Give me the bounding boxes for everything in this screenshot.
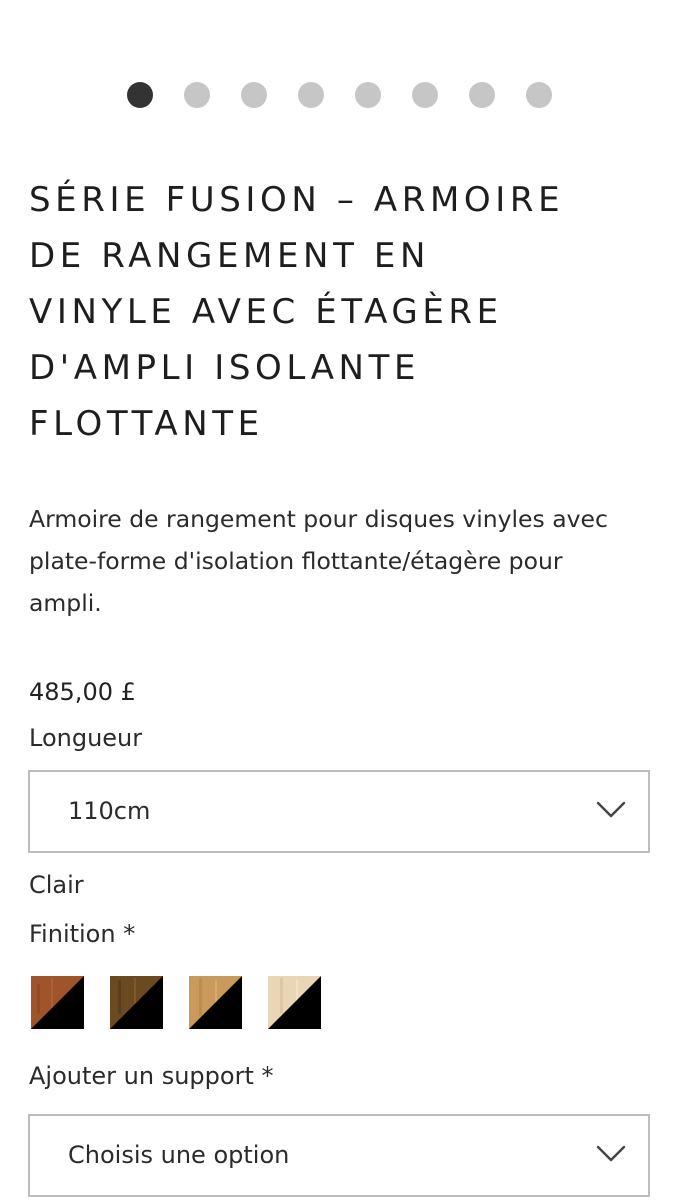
carousel-pagination [127, 82, 552, 108]
chevron-down-icon [596, 1145, 626, 1162]
product-description-line: ampli. [29, 589, 102, 617]
carousel-dot-2[interactable] [184, 82, 210, 108]
product-price: 485,00 £ [29, 678, 136, 706]
support-select[interactable]: Choisis une option [28, 1114, 650, 1197]
product-title-line: VINYLE AVEC ÉTAGÈRE [29, 292, 503, 332]
finish-swatch-walnut[interactable] [31, 976, 84, 1029]
carousel-dot-1[interactable] [127, 82, 153, 108]
product-title-line: DE RANGEMENT EN [29, 236, 430, 276]
finish-swatch-light[interactable] [268, 976, 321, 1029]
length-label: Longueur [29, 724, 143, 752]
finish-label: Finition * [29, 920, 136, 948]
product-title-line: SÉRIE FUSION – ARMOIRE [29, 180, 565, 220]
carousel-dot-5[interactable] [355, 82, 381, 108]
product-description: Armoire de rangement pour disques vinyle… [29, 498, 659, 624]
carousel-dot-6[interactable] [412, 82, 438, 108]
carousel-dot-3[interactable] [241, 82, 267, 108]
product-title: SÉRIE FUSION – ARMOIRE DE RANGEMENT EN V… [29, 172, 659, 452]
length-select[interactable]: 110cm [28, 770, 650, 853]
length-select-value: 110cm [68, 797, 151, 825]
carousel-dot-7[interactable] [469, 82, 495, 108]
finish-swatch-oak[interactable] [189, 976, 242, 1029]
product-title-line: FLOTTANTE [29, 404, 264, 444]
support-select-value: Choisis une option [68, 1141, 290, 1169]
finish-swatch-dark-oak[interactable] [110, 976, 163, 1029]
support-label: Ajouter un support * [29, 1062, 274, 1090]
carousel-dot-8[interactable] [526, 82, 552, 108]
finish-swatches [31, 976, 321, 1029]
product-description-line: plate-forme d'isolation flottante/étagèr… [29, 547, 563, 575]
product-description-line: Armoire de rangement pour disques vinyle… [29, 505, 608, 533]
carousel-dot-4[interactable] [298, 82, 324, 108]
chevron-down-icon [596, 801, 626, 818]
product-title-line: D'AMPLI ISOLANTE [29, 348, 421, 388]
selected-finish-name: Clair [29, 871, 84, 899]
